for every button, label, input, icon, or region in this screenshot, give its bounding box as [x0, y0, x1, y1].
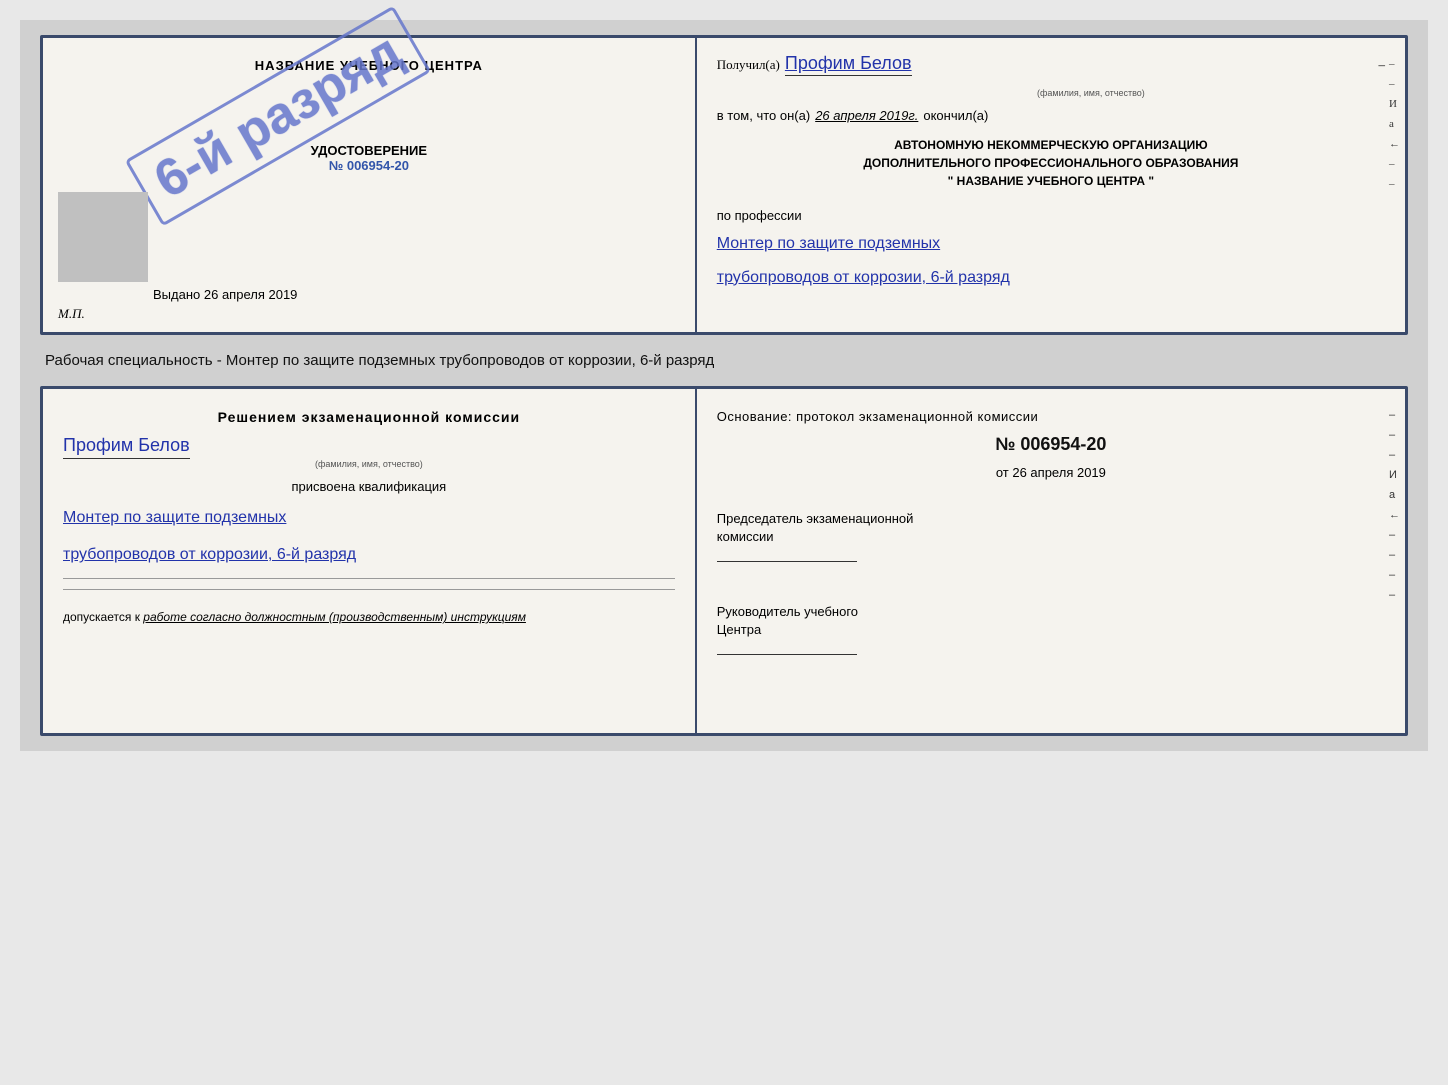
profession-bottom-hw1: Монтер по защите подземных — [63, 504, 675, 531]
ot-date: от 26 апреля 2019 — [717, 465, 1385, 480]
vtom-row: в том, что он(а) 26 апреля 2019г. окончи… — [717, 108, 1385, 123]
profession-hw2: трубопроводов от коррозии, 6-й разряд — [717, 265, 1385, 291]
osnovanie-title: Основание: протокол экзаменационной коми… — [717, 409, 1385, 424]
side-dash: И — [1389, 98, 1400, 110]
certificate-top: НАЗВАНИЕ УЧЕБНОГО ЦЕНТРА 6-й разряд УДОС… — [40, 35, 1408, 335]
vtom-label: в том, что он(а) — [717, 108, 810, 123]
side-dash-b: И — [1389, 469, 1400, 481]
okonchil-label: окончил(а) — [923, 108, 988, 123]
side-dash-b: – — [1389, 549, 1400, 561]
predsedatel-line2: комиссии — [717, 528, 1385, 546]
vtom-date: 26 апреля 2019г. — [815, 108, 918, 123]
side-dash-b: – — [1389, 429, 1400, 441]
udostoverenie-label: УДОСТОВЕРЕНИЕ — [311, 143, 427, 158]
udostoverenie-num: № 006954-20 — [311, 158, 427, 173]
org-line1: АВТОНОМНУЮ НЕКОММЕРЧЕСКУЮ ОРГАНИЗАЦИЮ — [717, 136, 1385, 154]
profession-label: по профессии — [717, 208, 1385, 223]
certificate-bottom: Решением экзаменационной комиссии Профим… — [40, 386, 1408, 736]
profession-bottom-hw2: трубопроводов от коррозии, 6-й разряд — [63, 541, 675, 568]
poluchil-row: Получил(а) Профим Белов – — [717, 53, 1385, 76]
predsedatel-block: Председатель экзаменационной комиссии — [717, 510, 1385, 568]
rukovoditel-line1: Руководитель учебного — [717, 603, 1385, 621]
org-line2: ДОПОЛНИТЕЛЬНОГО ПРОФЕССИОНАЛЬНОГО ОБРАЗО… — [717, 154, 1385, 172]
fio-small-label: (фамилия, имя, отчество) — [1037, 88, 1145, 98]
right-side-dashes-bottom: – – – И а ← – – – – — [1389, 409, 1400, 713]
vydano-block: Выдано 26 апреля 2019 — [153, 287, 297, 302]
poluchil-name: Профим Белов — [785, 53, 912, 76]
side-dash: ← — [1389, 138, 1400, 150]
org-block: АВТОНОМНУЮ НЕКОММЕРЧЕСКУЮ ОРГАНИЗАЦИЮ ДО… — [717, 136, 1385, 190]
dopuskaetsya-label: допускается к — [63, 610, 140, 624]
dash: – — [1378, 57, 1385, 73]
poluchil-label: Получил(а) — [717, 57, 780, 73]
cert-bottom-left: Решением экзаменационной комиссии Профим… — [43, 389, 697, 733]
org-line3: " НАЗВАНИЕ УЧЕБНОГО ЦЕНТРА " — [717, 172, 1385, 190]
page-wrapper: НАЗВАНИЕ УЧЕБНОГО ЦЕНТРА 6-й разряд УДОС… — [20, 20, 1428, 751]
side-dash-b: – — [1389, 569, 1400, 581]
num-big: № 006954-20 — [717, 434, 1385, 455]
rukovoditel-block: Руководитель учебного Центра — [717, 603, 1385, 661]
middle-text: Рабочая специальность - Монтер по защите… — [40, 345, 1408, 376]
name-hw-block: Профим Белов (фамилия, имя, отчество) — [63, 435, 675, 469]
side-dash-b: – — [1389, 589, 1400, 601]
side-dash: – — [1389, 58, 1400, 70]
line-separator-2 — [63, 589, 675, 590]
vydano-date: 26 апреля 2019 — [204, 287, 298, 302]
side-dash: – — [1389, 78, 1400, 90]
udostoverenie-block: УДОСТОВЕРЕНИЕ № 006954-20 — [311, 143, 427, 173]
rukovoditel-line2: Центра — [717, 621, 1385, 639]
side-dash: – — [1389, 158, 1400, 170]
dopuskaetsya-hw: работе согласно должностным (производств… — [143, 610, 526, 624]
profession-hw1: Монтер по защите подземных — [717, 231, 1385, 257]
vydano-label: Выдано — [153, 287, 200, 302]
side-dash: а — [1389, 118, 1400, 130]
photo-placeholder — [58, 192, 148, 282]
side-dash-b: – — [1389, 409, 1400, 421]
side-dash-b: а — [1389, 489, 1400, 501]
rukovoditel-signature-line — [717, 654, 857, 655]
stamp-diagonal: 6-й разряд — [125, 6, 432, 227]
cert-bottom-right: Основание: протокол экзаменационной коми… — [697, 389, 1405, 733]
side-dash-b: – — [1389, 449, 1400, 461]
handwritten-name-bottom: Профим Белов — [63, 435, 190, 459]
cert-right: Получил(а) Профим Белов – (фамилия, имя,… — [697, 38, 1405, 332]
side-dash-b: ← — [1389, 509, 1400, 521]
cert-left: НАЗВАНИЕ УЧЕБНОГО ЦЕНТРА 6-й разряд УДОС… — [43, 38, 697, 332]
side-dash-b: – — [1389, 529, 1400, 541]
side-dash: – — [1389, 178, 1400, 190]
fio-small-bottom: (фамилия, имя, отчество) — [63, 459, 675, 469]
right-side-dashes: – – И а ← – – — [1389, 58, 1400, 312]
reshenie-title: Решением экзаменационной комиссии — [63, 409, 675, 425]
dopuskaetsya-block: допускается к работе согласно должностны… — [63, 610, 675, 624]
ot-label: от — [996, 465, 1009, 480]
line-separator-1 — [63, 578, 675, 579]
predsedatel-line1: Председатель экзаменационной — [717, 510, 1385, 528]
ot-date-value: 26 апреля 2019 — [1012, 465, 1106, 480]
prisvoena-label: присвоена квалификация — [63, 479, 675, 494]
predsedatel-signature-line — [717, 561, 857, 562]
school-name-label: НАЗВАНИЕ УЧЕБНОГО ЦЕНТРА — [255, 58, 483, 73]
mp-block: М.П. — [58, 306, 85, 322]
